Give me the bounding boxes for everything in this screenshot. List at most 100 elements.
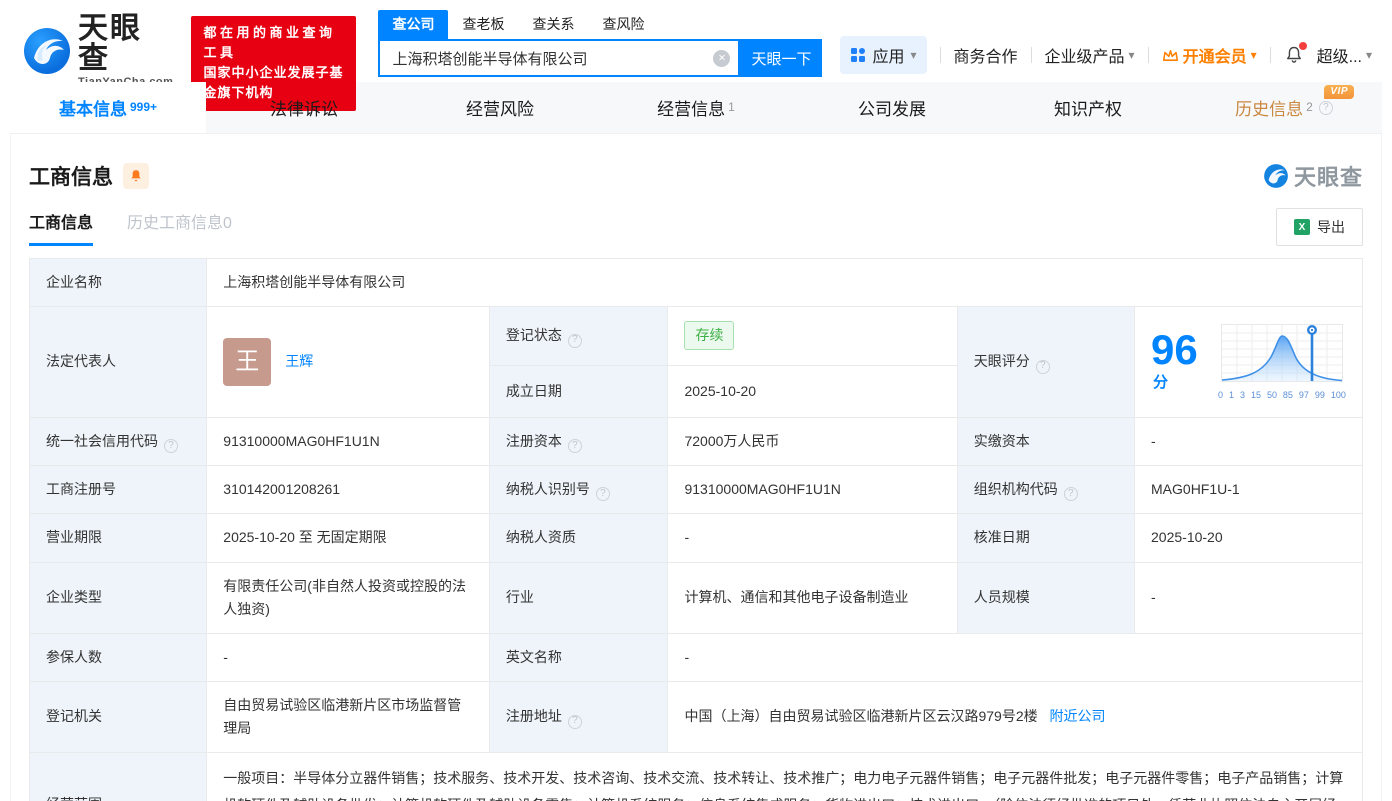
value-industry: 计算机、通信和其他电子设备制造业 <box>668 562 957 633</box>
table-row: 统一社会信用代码 91310000MAG0HF1U1N 注册资本 72000万人… <box>30 417 1363 465</box>
value-paid-capital: - <box>1135 417 1363 465</box>
label-english-name: 英文名称 <box>489 633 668 681</box>
avatar[interactable]: 王 <box>223 338 271 386</box>
notifications-bell[interactable] <box>1284 45 1304 65</box>
top-header: 天眼查 TianYanCha.com 都在用的商业查询工具 国家中小企业发展子基… <box>0 0 1392 82</box>
label-registered-capital: 注册资本 <box>489 417 668 465</box>
value-credit-code: 91310000MAG0HF1U1N <box>207 417 490 465</box>
tab-operational-risk[interactable]: 经营风险 <box>402 82 598 133</box>
value-approval-date: 2025-10-20 <box>1135 514 1363 562</box>
registration-info-table: 企业名称 上海积塔创能半导体有限公司 法定代表人 王 王辉 登记状态 存续 <box>29 258 1363 801</box>
tab-intellectual-property[interactable]: 知识产权 <box>990 82 1186 133</box>
subscribe-bell-button[interactable] <box>123 163 149 189</box>
label-text: 统一社会信用代码 <box>46 433 158 449</box>
help-icon[interactable] <box>1036 360 1050 374</box>
open-membership-link[interactable]: 开通会员 <box>1162 43 1257 67</box>
search-tab-relation[interactable]: 查关系 <box>518 10 588 39</box>
search-tab-risk[interactable]: 查风险 <box>588 10 658 39</box>
table-row: 营业期限 2025-10-20 至 无固定期限 纳税人资质 - 核准日期 202… <box>30 514 1363 562</box>
promo-line1: 都在用的商业查询工具 <box>203 23 344 63</box>
table-row: 企业类型 有限责任公司(非自然人投资或控股的法人独资) 行业 计算机、通信和其他… <box>30 562 1363 633</box>
export-label: 导出 <box>1317 217 1345 237</box>
search-box <box>378 39 740 77</box>
section-title: 工商信息 <box>29 161 113 191</box>
company-nav-tabs: 基本信息 999+ 法律诉讼 经营风险 经营信息 1 公司发展 知识产权 VIP… <box>10 82 1382 134</box>
tianyancha-logo-icon <box>24 28 70 74</box>
score-number: 96分 <box>1151 329 1208 396</box>
search-tab-boss[interactable]: 查老板 <box>448 10 518 39</box>
tab-label: 公司发展 <box>858 95 926 120</box>
label-text: 登记状态 <box>506 327 562 343</box>
help-icon[interactable] <box>568 439 582 453</box>
search-area: 查公司 查老板 查关系 查风险 天眼一下 <box>378 10 822 77</box>
chevron-down-icon <box>910 46 916 64</box>
search-tab-company[interactable]: 查公司 <box>378 10 448 39</box>
score-distribution-chart: 0131550859799100 <box>1218 321 1346 403</box>
table-row: 企业名称 上海积塔创能半导体有限公司 <box>30 259 1363 307</box>
vip-badge: VIP <box>1324 85 1354 99</box>
bell-icon <box>129 169 143 183</box>
label-registration-authority: 登记机关 <box>30 681 207 752</box>
label-paid-capital: 实缴资本 <box>957 417 1134 465</box>
label-business-term: 营业期限 <box>30 514 207 562</box>
help-icon[interactable] <box>568 334 582 348</box>
chevron-down-icon <box>1251 46 1257 64</box>
divider <box>1270 47 1271 63</box>
search-input[interactable] <box>392 50 713 67</box>
tianyancha-logo[interactable]: 天眼查 TianYanCha.com <box>24 14 173 88</box>
label-taxpayer-id: 纳税人识别号 <box>489 466 668 514</box>
enterprise-products-label: 企业级产品 <box>1045 43 1125 67</box>
divider <box>1031 47 1032 63</box>
subtab-current-registration[interactable]: 工商信息 <box>29 209 93 246</box>
business-cooperation-link[interactable]: 商务合作 <box>954 43 1018 67</box>
help-icon[interactable] <box>1319 101 1333 115</box>
tab-label: 基本信息 <box>59 95 127 120</box>
label-registration-number: 工商注册号 <box>30 466 207 514</box>
score-axis-ticks: 0131550859799100 <box>1218 388 1346 403</box>
logo-title: 天眼查 <box>78 14 173 74</box>
tab-history-info[interactable]: VIP 历史信息 2 <box>1186 82 1382 133</box>
value-staff-size: - <box>1135 562 1363 633</box>
value-org-code: MAG0HF1U-1 <box>1135 466 1363 514</box>
clear-search-icon[interactable] <box>713 50 730 67</box>
tab-legal-proceedings[interactable]: 法律诉讼 <box>206 82 402 133</box>
chevron-down-icon <box>1366 46 1372 64</box>
nearby-companies-link[interactable]: 附近公司 <box>1050 708 1106 724</box>
table-row: 经营范围 一般项目：半导体分立器件销售；技术服务、技术开发、技术咨询、技术交流、… <box>30 753 1363 801</box>
value-registered-address: 中国（上海）自由贸易试验区临港新片区云汉路979号2楼 附近公司 <box>668 681 1363 752</box>
tab-basic-info[interactable]: 基本信息 999+ <box>10 82 206 133</box>
label-business-scope: 经营范围 <box>30 753 207 801</box>
search-button[interactable]: 天眼一下 <box>740 39 822 77</box>
address-text: 中国（上海）自由贸易试验区临港新片区云汉路979号2楼 <box>684 708 1037 724</box>
export-button[interactable]: 导出 <box>1276 208 1363 246</box>
open-membership-label: 开通会员 <box>1183 43 1247 67</box>
label-establish-date: 成立日期 <box>489 365 668 417</box>
main-content: 工商信息 天眼查 工商信息 历史工商信息0 导出 <box>10 134 1382 801</box>
tab-count: 1 <box>728 100 735 114</box>
search-tabs: 查公司 查老板 查关系 查风险 <box>378 10 822 39</box>
enterprise-products-link[interactable]: 企业级产品 <box>1045 43 1135 67</box>
label-text: 组织机构代码 <box>974 481 1058 497</box>
value-business-scope: 一般项目：半导体分立器件销售；技术服务、技术开发、技术咨询、技术交流、技术转让、… <box>207 753 1363 801</box>
help-icon[interactable] <box>164 439 178 453</box>
notification-dot <box>1299 42 1307 50</box>
super-vip-label: 超级... <box>1317 43 1362 67</box>
chevron-down-icon <box>1129 46 1135 64</box>
value-company-name: 上海积塔创能半导体有限公司 <box>207 259 1363 307</box>
value-registration-number: 310142001208261 <box>207 466 490 514</box>
label-tianyan-score: 天眼评分 <box>957 307 1134 418</box>
help-icon[interactable] <box>568 715 582 729</box>
tab-company-development[interactable]: 公司发展 <box>794 82 990 133</box>
help-icon[interactable] <box>1064 487 1078 501</box>
apps-menu[interactable]: 应用 <box>840 36 926 74</box>
score-value: 96 <box>1151 326 1198 373</box>
help-icon[interactable] <box>596 487 610 501</box>
value-tianyan-score: 96分 <box>1135 307 1363 418</box>
legal-representative-link[interactable]: 王辉 <box>285 350 313 373</box>
label-company-name: 企业名称 <box>30 259 207 307</box>
subtab-history-registration[interactable]: 历史工商信息0 <box>127 209 232 246</box>
tab-label: 经营信息 <box>657 95 725 120</box>
super-vip-link[interactable]: 超级... <box>1317 43 1372 67</box>
tab-label: 知识产权 <box>1054 95 1122 120</box>
tab-business-info[interactable]: 经营信息 1 <box>598 82 794 133</box>
